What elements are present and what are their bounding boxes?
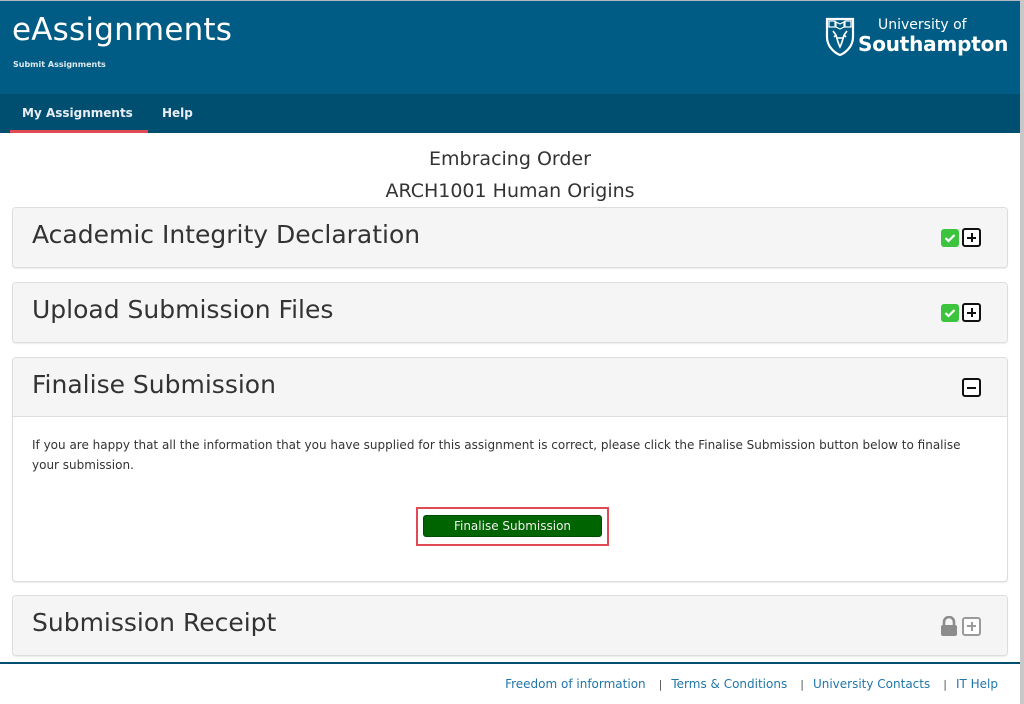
footer-separator: | — [658, 677, 663, 691]
check-icon — [941, 228, 959, 247]
lock-icon — [941, 616, 957, 636]
panel-upload-files: Upload Submission Files — [12, 282, 1008, 343]
panel-finalise-submission: Finalise Submission If you are happy tha… — [12, 357, 1008, 582]
expand-plus-icon[interactable] — [962, 616, 981, 636]
window-top-border — [0, 0, 1024, 1]
finalise-instructions: If you are happy that all the informatio… — [32, 438, 961, 472]
footer-separator: | — [943, 677, 947, 691]
assignment-module: ARCH1001 Human Origins — [385, 180, 635, 202]
panel-title: Finalise Submission — [32, 370, 276, 399]
footer-separator: | — [800, 677, 804, 691]
university-shield-icon — [825, 17, 855, 57]
nav-my-assignments[interactable]: My Assignments — [10, 94, 148, 133]
expand-plus-icon[interactable] — [962, 228, 981, 247]
main-nav: My Assignments Help — [0, 94, 1020, 133]
panel-header[interactable]: Upload Submission Files — [13, 283, 1007, 342]
app-title[interactable]: eAssignments — [12, 12, 232, 48]
panel-header[interactable]: Finalise Submission — [13, 358, 1007, 417]
panel-title: Upload Submission Files — [32, 295, 334, 324]
assignment-title: Embracing Order — [429, 148, 591, 170]
expand-plus-icon[interactable] — [962, 303, 981, 322]
site-header: eAssignments Submit Assignments Universi… — [0, 0, 1020, 94]
footer-link-contacts[interactable]: University Contacts — [813, 677, 930, 691]
panel-header[interactable]: Submission Receipt — [13, 596, 1007, 655]
footer-link-terms[interactable]: Terms & Conditions — [671, 677, 787, 691]
logo-line1: University of — [878, 17, 967, 33]
button-highlight: Finalise Submission — [416, 507, 609, 546]
panel-header[interactable]: Academic Integrity Declaration — [13, 208, 1007, 267]
assignment-heading: Embracing Order ARCH1001 Human Origins — [0, 143, 1020, 207]
app-subtitle: Submit Assignments — [13, 60, 106, 69]
panel-submission-receipt: Submission Receipt — [12, 595, 1008, 656]
scrollbar[interactable] — [1020, 0, 1024, 704]
nav-help[interactable]: Help — [150, 94, 205, 133]
footer-link-it-help[interactable]: IT Help — [956, 677, 998, 691]
panel-title: Submission Receipt — [32, 608, 277, 637]
footer-link-foi[interactable]: Freedom of information — [505, 677, 646, 691]
finalise-submission-button[interactable]: Finalise Submission — [423, 515, 602, 537]
footer-divider — [0, 662, 1020, 664]
panel-title: Academic Integrity Declaration — [32, 220, 421, 249]
panel-academic-integrity: Academic Integrity Declaration — [12, 207, 1008, 268]
footer-links: Freedom of information | Terms & Conditi… — [505, 677, 998, 691]
panel-body: If you are happy that all the informatio… — [13, 417, 1007, 493]
check-icon — [941, 303, 959, 322]
collapse-minus-icon[interactable] — [962, 378, 981, 397]
logo-line2: Southampton — [858, 32, 1009, 56]
university-logo[interactable]: University of Southampton — [825, 17, 1008, 57]
